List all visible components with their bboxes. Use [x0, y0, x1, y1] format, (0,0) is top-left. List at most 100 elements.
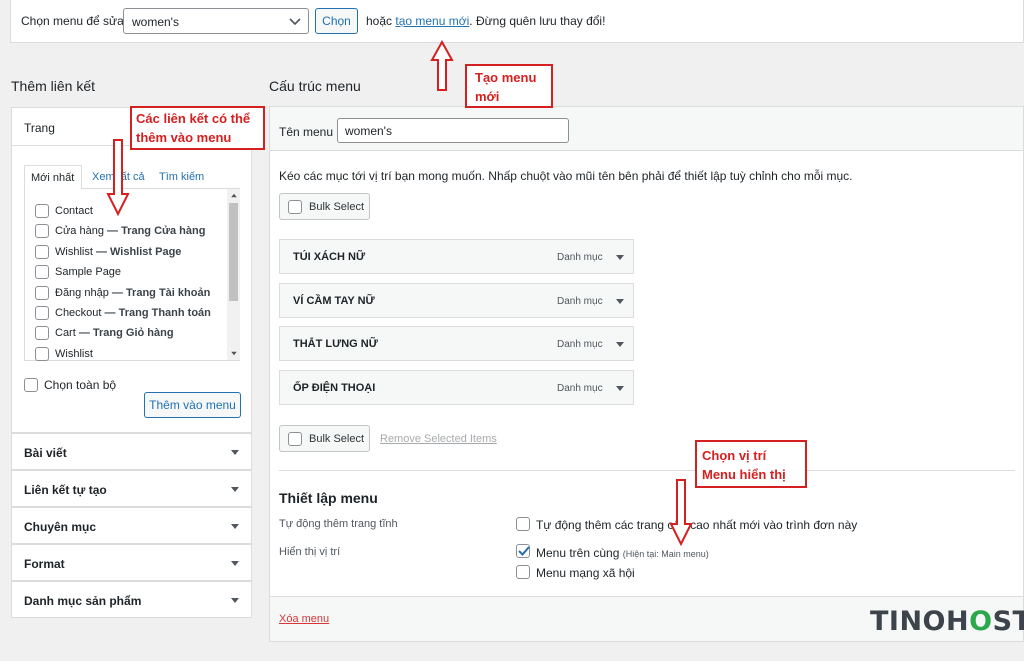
checklist-scrollbar[interactable] [227, 189, 240, 360]
page-checklist-item[interactable]: Sample Page [35, 264, 225, 282]
bulk-select-checkbox[interactable] [288, 200, 302, 214]
annotation-links-line1: Các liên kết có thể [136, 111, 251, 126]
menu-select-dropdown[interactable]: women's [123, 8, 309, 34]
divider [279, 470, 1015, 471]
annotation-links-box: Các liên kết có thể thêm vào menu [130, 106, 265, 150]
pages-tabs: Mới nhất Xem tất cả Tìm kiếm [24, 165, 240, 190]
page-type-suffix: — Trang Cửa hàng [103, 225, 206, 238]
page-checklist-item[interactable]: Checkout — Trang Thanh toán [35, 305, 225, 323]
display-location-label: Hiển thị vị trí [279, 546, 341, 558]
menu-item-title: VÍ CẦM TAY NỮ [293, 294, 375, 307]
auto-add-label: Tự động thêm trang tĩnh [279, 518, 398, 530]
page-checkbox[interactable] [35, 326, 49, 341]
page-checkbox[interactable] [35, 285, 49, 300]
scroll-up-icon[interactable] [231, 193, 237, 198]
menu-item-toggle-icon[interactable] [616, 342, 624, 348]
bulk-select-button-bottom[interactable]: Bulk Select [279, 425, 370, 452]
page-type-suffix: — Trang Giỏ hàng [75, 327, 174, 340]
expand-arrow-icon[interactable] [231, 524, 239, 529]
page-checklist-item[interactable]: Cart — Trang Giỏ hàng [35, 325, 225, 343]
menu-item[interactable]: VÍ CẦM TAY NỮ Danh mục [279, 282, 634, 318]
annotation-arrow-down-icon [669, 479, 693, 546]
expand-arrow-icon[interactable] [231, 598, 239, 603]
page-checklist-item[interactable]: Đăng nhập — Trang Tài khoản [35, 285, 225, 303]
page-type-suffix: — Trang Thanh toán [101, 307, 211, 319]
menu-item[interactable]: THẮT LƯNG NỮ Danh mục [279, 326, 634, 362]
accordion-section-title: Bài viết [24, 446, 67, 460]
scrollbar-thumb[interactable] [229, 203, 238, 301]
annotation-arrow-up-icon [430, 40, 454, 91]
page-checklist-item[interactable]: Contact [35, 203, 225, 221]
select-menu-button[interactable]: Chọn [315, 8, 358, 34]
menu-structure-heading: Cấu trúc menu [269, 78, 361, 94]
selected-menu-value: women's [132, 15, 179, 29]
accordion-section[interactable]: Danh mục sản phẩm [11, 581, 252, 618]
accordion-section[interactable]: Format [11, 544, 252, 581]
menu-name-row: Tên menu women's [270, 107, 1023, 151]
page-checkbox[interactable] [35, 346, 49, 361]
add-to-menu-button[interactable]: Thêm vào menu [144, 392, 241, 418]
tab-search[interactable]: Tìm kiếm [159, 171, 204, 183]
annotation-create-line1: Tạo menu [475, 70, 537, 85]
social-menu-label: Menu mạng xã hội [536, 566, 635, 580]
page-checklist-item[interactable]: Wishlist [35, 346, 225, 364]
bulk-select-button-top[interactable]: Bulk Select [279, 193, 370, 220]
top-menu-current-note: (Hiện tại: Main menu) [622, 549, 709, 559]
tab-most-recent[interactable]: Mới nhất [24, 165, 82, 190]
menu-item-type: Danh mục [557, 339, 603, 351]
accordion-section-title: Liên kết tự tạo [24, 483, 107, 497]
create-new-menu-link[interactable]: tạo menu mới [395, 14, 469, 28]
menu-item[interactable]: TÚI XÁCH NỮ Danh mục [279, 239, 634, 274]
chevron-down-icon [289, 18, 301, 26]
page-checklist-item[interactable]: Wishlist — Wishlist Page [35, 244, 225, 262]
delete-menu-link[interactable]: Xóa menu [279, 613, 329, 625]
page-type-suffix: — Wishlist Page [92, 245, 182, 258]
page-name: Wishlist [55, 245, 93, 258]
scroll-down-icon[interactable] [231, 351, 237, 356]
page-name: Contact [55, 205, 93, 217]
auto-add-checkbox[interactable] [516, 517, 530, 531]
save-hint-text: . Đừng quên lưu thay đổi! [469, 14, 606, 28]
checkmark-icon [518, 546, 530, 556]
page-checkbox[interactable] [35, 306, 49, 320]
annotation-location-line2: Menu hiển thị [702, 467, 786, 482]
menu-item-type: Danh mục [557, 383, 603, 395]
bulk-select-checkbox[interactable] [288, 432, 302, 446]
pages-panel-title: Trang [24, 121, 55, 135]
expand-arrow-icon[interactable] [231, 450, 239, 455]
menu-instructions: Kéo các mục tới vị trí bạn mong muốn. Nh… [279, 169, 853, 183]
accordion-section[interactable]: Bài viết [11, 433, 252, 470]
accordion-section-title: Danh mục sản phẩm [24, 594, 142, 608]
expand-arrow-icon[interactable] [231, 487, 239, 492]
page-checkbox[interactable] [35, 204, 49, 218]
expand-arrow-icon[interactable] [231, 561, 239, 566]
accordion-section[interactable]: Liên kết tự tạo [11, 470, 252, 507]
menu-item[interactable]: ỐP ĐIỆN THOẠI Danh mục [279, 370, 634, 406]
remove-selected-link[interactable]: Remove Selected Items [380, 433, 497, 445]
page-checkbox[interactable] [35, 265, 49, 280]
menu-item-title: TÚI XÁCH NỮ [293, 251, 366, 263]
annotation-location-box: Chọn vị trí Menu hiển thị [695, 440, 807, 488]
menu-item-title: THẮT LƯNG NỮ [293, 338, 378, 351]
menu-name-label: Tên menu [279, 125, 334, 139]
page-name: Cửa hàng [55, 225, 104, 238]
social-menu-checkbox[interactable] [516, 565, 530, 579]
menu-item-toggle-icon[interactable] [616, 255, 624, 260]
page-checklist-item[interactable]: Cửa hàng — Trang Cửa hàng [35, 223, 225, 241]
select-all-checkbox[interactable] [24, 378, 38, 392]
add-links-heading: Thêm liên kết [11, 78, 96, 94]
page-checkbox[interactable] [35, 244, 49, 259]
top-menu-checkbox[interactable] [516, 544, 530, 558]
menu-name-input[interactable]: women's [337, 118, 569, 143]
page-name: Cart [55, 327, 76, 340]
select-all-label: Chọn toàn bộ [44, 378, 117, 392]
page-checkbox[interactable] [35, 224, 49, 239]
menu-item-toggle-icon[interactable] [616, 386, 624, 392]
page-name: Checkout [55, 307, 102, 319]
pages-checklist: Contact Cửa hàng — Trang Cửa hàng Wishlist… [24, 189, 240, 361]
menu-item-toggle-icon[interactable] [616, 298, 624, 304]
accordion-section[interactable]: Chuyên mục [11, 507, 252, 544]
select-menu-label: Chọn menu để sửa: [21, 14, 128, 28]
auto-add-option-label: Tự động thêm các trang cấp cao nhất mới … [536, 518, 858, 532]
pages-panel: Trang Mới nhất Xem tất cả Tìm kiếm Conta… [11, 107, 252, 433]
